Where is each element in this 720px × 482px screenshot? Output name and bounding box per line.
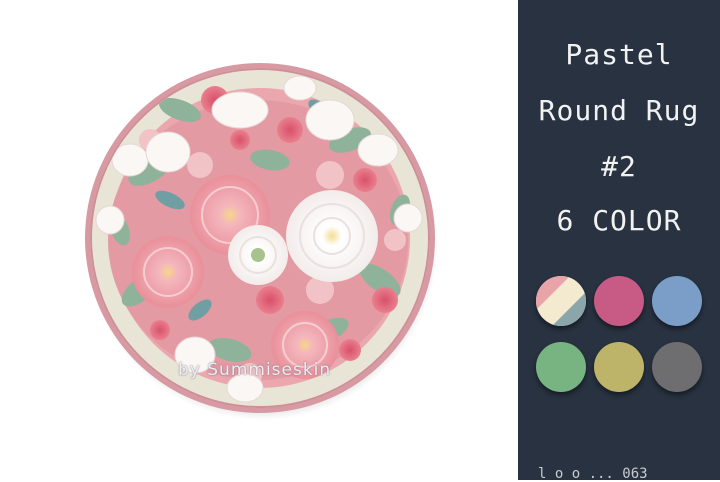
watermark-text: by Summiseskin [178,360,332,380]
color-count: 6 COLOR [556,204,682,237]
info-panel: Pastel Round Rug #2 6 COLOR l o o ... 06… [518,0,720,482]
swatch-multi-stripes [536,276,586,326]
title-line-1: Pastel [565,38,673,71]
title-line-2: Round Rug [538,94,700,127]
product-preview: by Summiseskin Pastel Round Rug #2 6 COL… [0,0,720,482]
swatch-olive [594,342,644,392]
swatch-multi [536,276,586,326]
rug-preview: by Summiseskin [0,0,518,480]
swatch-green [536,342,586,392]
swatch-blue [652,276,702,326]
title-line-3: #2 [601,150,637,183]
round-rug-image [85,63,438,420]
swatch-magenta [594,276,644,326]
swatch-gray [652,342,702,392]
